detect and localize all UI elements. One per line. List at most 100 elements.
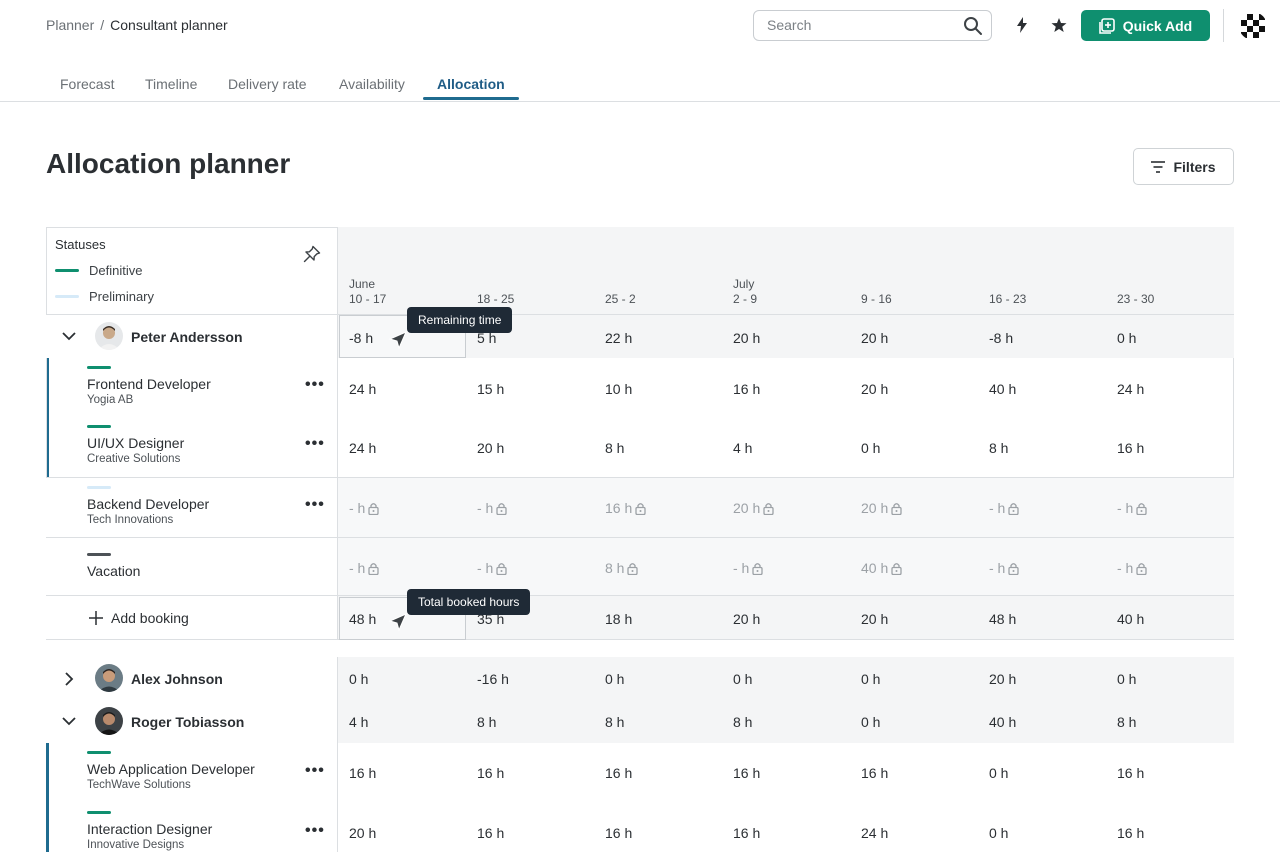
booking-title[interactable]: Frontend Developer xyxy=(87,376,211,392)
booking-hours[interactable]: 16 h xyxy=(1117,765,1144,781)
lock-icon xyxy=(1008,563,1019,575)
tab-availability[interactable]: Availability xyxy=(339,76,405,92)
chevron-right-icon[interactable] xyxy=(64,672,74,686)
remaining-value[interactable]: 40 h xyxy=(989,714,1016,730)
person-name[interactable]: Alex Johnson xyxy=(131,671,223,687)
person-row-roger[interactable]: Roger Tobiasson 4 h 8 h 8 h 8 h 0 h 40 h… xyxy=(46,700,1234,743)
pin-icon[interactable] xyxy=(303,245,321,266)
more-options-icon[interactable]: ••• xyxy=(305,762,325,780)
search-box[interactable] xyxy=(753,10,992,41)
remaining-value[interactable]: 20 h xyxy=(733,330,760,346)
person-row-alex[interactable]: Alex Johnson 0 h -16 h 0 h 0 h 0 h 20 h … xyxy=(46,657,1234,700)
remaining-value[interactable]: 0 h xyxy=(861,671,880,687)
booking-hours[interactable]: 4 h xyxy=(733,440,752,456)
booking-hours[interactable]: 0 h xyxy=(861,440,880,456)
booking-row-locked[interactable]: Vacation - h - h 8 h - h 40 h - h - h xyxy=(46,537,1234,595)
remaining-value[interactable]: 0 h xyxy=(605,671,624,687)
booking-hours[interactable]: 16 h xyxy=(477,825,504,841)
week-range: 2 - 9 xyxy=(733,292,758,306)
booking-hours[interactable]: 24 h xyxy=(1117,381,1144,397)
booking-title[interactable]: Interaction Designer xyxy=(87,821,212,837)
more-options-icon[interactable]: ••• xyxy=(305,496,325,514)
booking-hours[interactable]: 16 h xyxy=(349,765,376,781)
booking-hours[interactable]: 16 h xyxy=(733,825,760,841)
month-label xyxy=(861,277,892,292)
booking-hours[interactable]: 24 h xyxy=(861,825,888,841)
booking-hours[interactable]: 16 h xyxy=(861,765,888,781)
remaining-value[interactable]: 4 h xyxy=(349,714,368,730)
booking-hours[interactable]: 20 h xyxy=(477,440,504,456)
remaining-value[interactable]: 8 h xyxy=(605,714,624,730)
booking-hours[interactable]: 0 h xyxy=(989,825,1008,841)
booking-hours[interactable]: 40 h xyxy=(989,381,1016,397)
booking-row[interactable]: UI/UX Designer Creative Solutions ••• 24… xyxy=(46,417,1234,477)
remaining-value[interactable]: 0 h xyxy=(861,714,880,730)
remaining-value[interactable]: 8 h xyxy=(477,714,496,730)
remaining-value[interactable]: -8 h xyxy=(989,330,1013,346)
week-range: 9 - 16 xyxy=(861,292,892,306)
add-booking-button[interactable]: Add booking xyxy=(46,596,338,639)
booking-hours[interactable]: 10 h xyxy=(605,381,632,397)
booking-row[interactable]: Interaction Designer Innovative Designs … xyxy=(46,803,1234,852)
more-options-icon[interactable]: ••• xyxy=(305,376,325,394)
filters-button[interactable]: Filters xyxy=(1133,148,1234,185)
booking-hours[interactable]: 8 h xyxy=(989,440,1008,456)
person-row-peter[interactable]: Peter Andersson -8 h 5 h 22 h 20 h 20 h … xyxy=(46,314,1234,358)
remaining-value[interactable]: 20 h xyxy=(861,330,888,346)
tab-allocation[interactable]: Allocation xyxy=(437,76,505,92)
chevron-down-icon[interactable] xyxy=(62,716,76,726)
booking-title[interactable]: UI/UX Designer xyxy=(87,435,184,451)
booking-title[interactable]: Backend Developer xyxy=(87,496,209,512)
booking-hours[interactable]: 16 h xyxy=(605,825,632,841)
remaining-value[interactable]: -16 h xyxy=(477,671,509,687)
booking-hours[interactable]: 0 h xyxy=(989,765,1008,781)
person-name-cell: Alex Johnson xyxy=(46,657,338,700)
booking-hours[interactable]: 20 h xyxy=(349,825,376,841)
tab-forecast[interactable]: Forecast xyxy=(60,76,114,92)
chevron-down-icon[interactable] xyxy=(62,331,76,341)
remaining-value[interactable]: 8 h xyxy=(1117,714,1136,730)
booking-row[interactable]: Web Application Developer TechWave Solut… xyxy=(46,743,1234,803)
booking-hours[interactable]: 16 h xyxy=(733,381,760,397)
booking-hours[interactable]: 16 h xyxy=(605,765,632,781)
remaining-value[interactable]: 0 h xyxy=(1117,671,1136,687)
quick-add-button[interactable]: Quick Add xyxy=(1081,10,1210,41)
star-icon[interactable] xyxy=(1048,14,1070,36)
search-input[interactable] xyxy=(767,17,957,33)
breadcrumb-parent[interactable]: Planner xyxy=(46,17,94,33)
lightning-icon[interactable] xyxy=(1011,14,1033,36)
booking-hours[interactable]: 24 h xyxy=(349,440,376,456)
tab-timeline[interactable]: Timeline xyxy=(145,76,197,92)
tab-delivery-rate[interactable]: Delivery rate xyxy=(228,76,307,92)
more-options-icon[interactable]: ••• xyxy=(305,822,325,840)
booking-row[interactable]: Frontend Developer Yogia AB ••• 24 h 15 … xyxy=(46,358,1234,417)
booking-hours[interactable]: 16 h xyxy=(477,765,504,781)
month-label xyxy=(989,277,1026,292)
person-name[interactable]: Roger Tobiasson xyxy=(131,714,244,730)
search-icon[interactable] xyxy=(963,16,983,36)
remaining-value[interactable]: 22 h xyxy=(605,330,632,346)
remaining-value[interactable]: 8 h xyxy=(733,714,752,730)
booking-hours[interactable]: 8 h xyxy=(605,440,624,456)
remaining-value[interactable]: 0 h xyxy=(349,671,368,687)
booking-title[interactable]: Web Application Developer xyxy=(87,761,255,777)
booking-hours[interactable]: 24 h xyxy=(349,381,376,397)
breadcrumb-separator: / xyxy=(100,17,105,33)
user-avatar[interactable] xyxy=(1239,12,1267,40)
remaining-value[interactable]: 20 h xyxy=(989,671,1016,687)
more-options-icon[interactable]: ••• xyxy=(305,435,325,453)
booking-hours[interactable]: 20 h xyxy=(861,381,888,397)
remaining-value[interactable]: 0 h xyxy=(733,671,752,687)
remaining-value[interactable]: 0 h xyxy=(1117,330,1136,346)
remaining-value[interactable]: -8 h xyxy=(349,330,373,346)
booking-name-cell: UI/UX Designer Creative Solutions ••• xyxy=(46,417,338,477)
booking-hours[interactable]: 16 h xyxy=(1117,440,1144,456)
booking-row-locked[interactable]: Backend Developer Tech Innovations ••• -… xyxy=(46,477,1234,537)
person-name[interactable]: Peter Andersson xyxy=(131,329,243,345)
total-hours: 20 h xyxy=(733,611,761,627)
plus-icon xyxy=(89,611,103,625)
booking-hours[interactable]: 16 h xyxy=(733,765,760,781)
booking-title[interactable]: Vacation xyxy=(87,563,140,579)
booking-hours[interactable]: 15 h xyxy=(477,381,504,397)
booking-hours[interactable]: 16 h xyxy=(1117,825,1144,841)
